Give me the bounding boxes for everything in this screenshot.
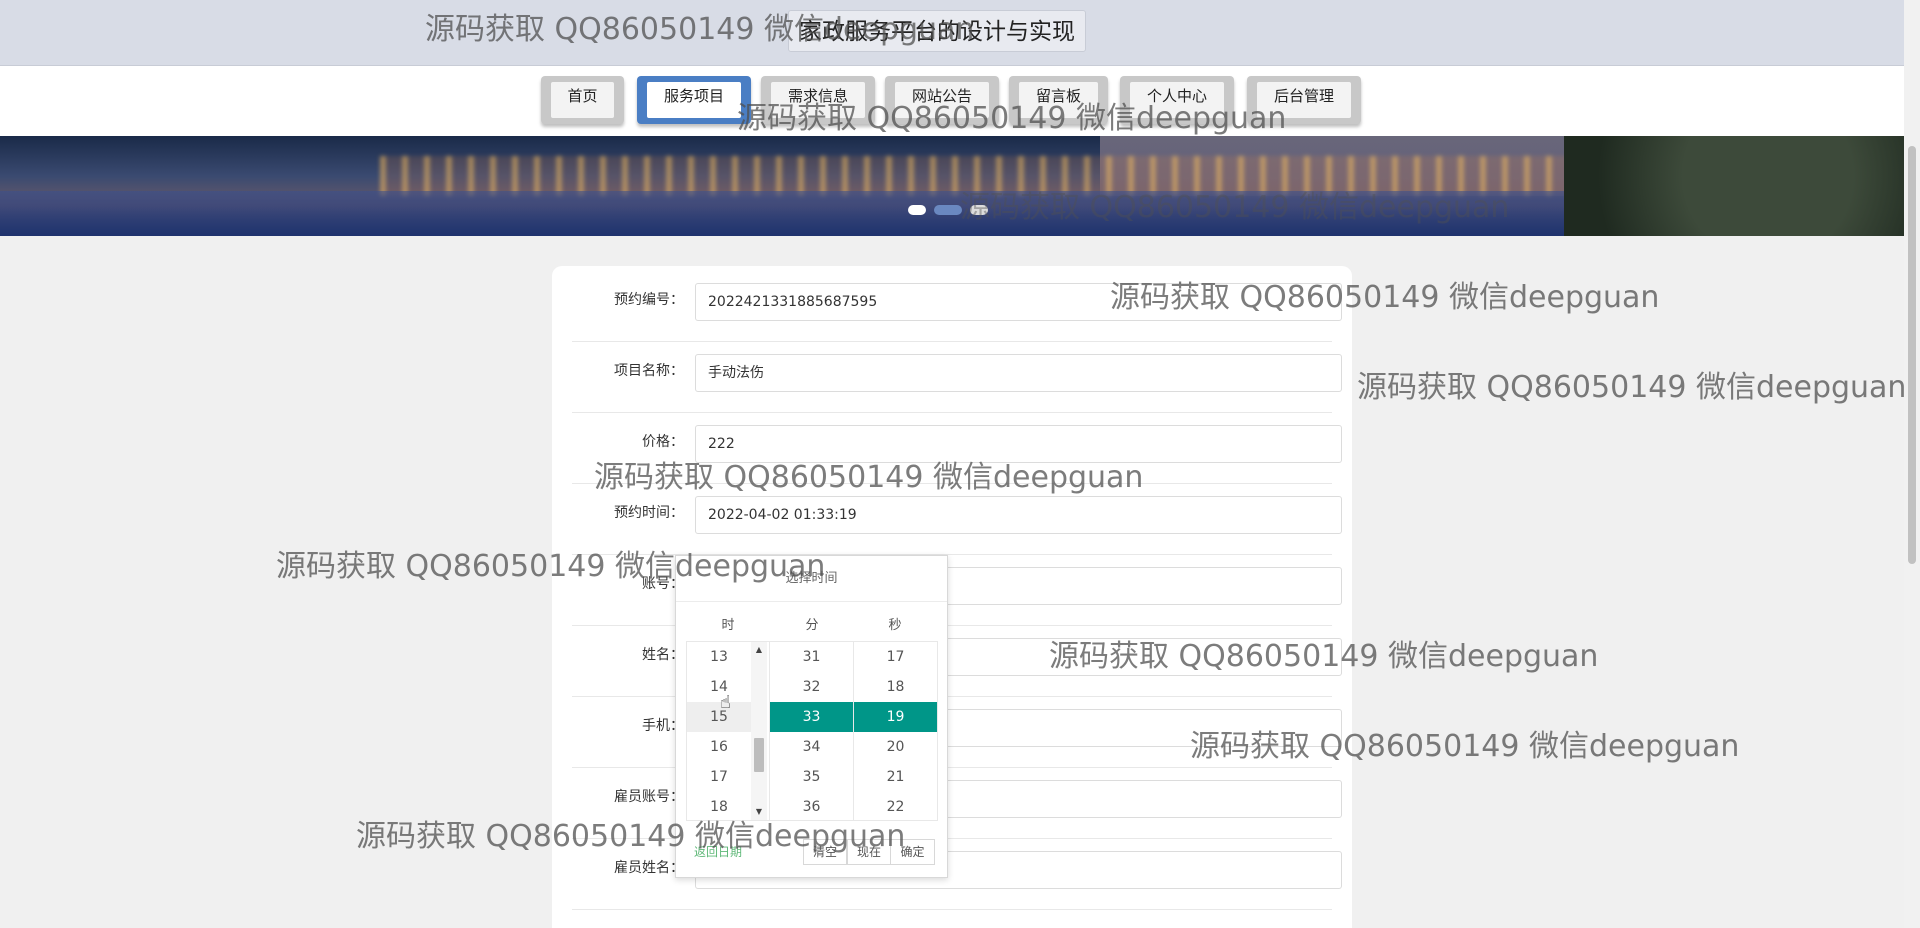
scrollbar-thumb[interactable] bbox=[754, 738, 764, 772]
booking-time-label: 预约时间： bbox=[614, 505, 684, 521]
hour-option[interactable]: 16 bbox=[687, 732, 751, 762]
phone-label: 手机： bbox=[642, 718, 684, 734]
time-columns: 13 14 15 16 17 18 ▲ ▼ 31 32 33 34 35 36 … bbox=[686, 641, 938, 821]
second-option[interactable]: 21 bbox=[854, 762, 937, 792]
main-nav: 首页 服务项目 需求信息 网站公告 留言板 个人中心 后台管理 bbox=[0, 66, 1904, 136]
back-to-date-link[interactable]: 返回日期 bbox=[694, 843, 742, 860]
hand-cursor-icon: ☝ bbox=[720, 692, 731, 713]
hour-option[interactable]: 13 bbox=[687, 642, 751, 672]
scroll-down-arrow-icon[interactable]: ▼ bbox=[754, 807, 764, 817]
booking-time-field[interactable]: 2022-04-02 01:33:19 bbox=[695, 496, 1342, 534]
price-label: 价格： bbox=[642, 434, 684, 450]
nav-services-label: 服务项目 bbox=[647, 82, 741, 118]
page-scrollbar-thumb[interactable] bbox=[1908, 146, 1916, 564]
minute-option[interactable]: 35 bbox=[770, 762, 853, 792]
hour-option[interactable]: 14 bbox=[687, 672, 751, 702]
nav-home[interactable]: 首页 bbox=[541, 76, 624, 124]
nav-message-board-label: 留言板 bbox=[1019, 82, 1098, 118]
minute-option[interactable]: 34 bbox=[770, 732, 853, 762]
carousel-dot-2[interactable] bbox=[934, 205, 962, 215]
carousel-dot-3[interactable] bbox=[970, 205, 988, 215]
price-field[interactable]: 222 bbox=[695, 425, 1342, 463]
form-row-price: 价格： 222 bbox=[572, 413, 1342, 484]
form-row-booking-time: 预约时间： 2022-04-02 01:33:19 bbox=[572, 484, 1342, 555]
hour-list[interactable]: 13 14 15 16 17 18 ▲ ▼ bbox=[687, 642, 770, 820]
minute-column-header: 分 bbox=[805, 618, 819, 633]
time-picker-footer: 返回日期 清空 现在 确定 bbox=[676, 829, 947, 877]
minute-list[interactable]: 31 32 33 34 35 36 bbox=[770, 642, 854, 820]
form-row-project-name: 项目名称： 手动法伤 bbox=[572, 342, 1342, 413]
carousel-dot-1[interactable] bbox=[908, 205, 926, 215]
clear-button[interactable]: 清空 bbox=[803, 839, 847, 865]
project-name-field[interactable]: 手动法伤 bbox=[695, 354, 1342, 392]
site-title: 家政服务平台的设计与实现 bbox=[788, 10, 1086, 52]
employee-name-label: 雇员姓名： bbox=[614, 860, 684, 876]
hour-column-header: 时 bbox=[721, 618, 735, 633]
nav-message-board[interactable]: 留言板 bbox=[1009, 76, 1108, 124]
second-list[interactable]: 17 18 19 20 21 22 bbox=[854, 642, 937, 820]
time-picker: 选择时间 时 分 秒 13 14 15 16 17 18 ▲ ▼ 31 32 3… bbox=[675, 555, 948, 878]
nav-demands-label: 需求信息 bbox=[771, 82, 865, 118]
second-option[interactable]: 17 bbox=[854, 642, 937, 672]
second-option-selected[interactable]: 19 bbox=[854, 702, 937, 732]
nav-personal-center[interactable]: 个人中心 bbox=[1120, 76, 1234, 124]
watermark: 源码获取 QQ86050149 微信deepguan bbox=[1357, 370, 1907, 405]
confirm-button[interactable]: 确定 bbox=[891, 839, 935, 865]
minute-option[interactable]: 32 bbox=[770, 672, 853, 702]
form-row-booking-no: 预约编号： 2022421331885687595 bbox=[572, 271, 1342, 342]
booking-no-label: 预约编号： bbox=[614, 292, 684, 308]
nav-demands[interactable]: 需求信息 bbox=[761, 76, 875, 124]
nav-admin[interactable]: 后台管理 bbox=[1247, 76, 1361, 124]
site-header: 家政服务平台的设计与实现 bbox=[0, 0, 1904, 66]
banner-trees bbox=[1564, 136, 1904, 236]
minute-option-selected[interactable]: 33 bbox=[770, 702, 853, 732]
second-option[interactable]: 20 bbox=[854, 732, 937, 762]
page-scrollbar[interactable] bbox=[1904, 0, 1920, 928]
hour-option[interactable]: 15 bbox=[687, 702, 751, 732]
hour-scrollbar[interactable]: ▲ ▼ bbox=[751, 642, 767, 820]
scroll-up-arrow-icon[interactable]: ▲ bbox=[754, 645, 764, 655]
hour-option[interactable]: 17 bbox=[687, 762, 751, 792]
second-column-header: 秒 bbox=[888, 618, 902, 633]
project-name-label: 项目名称： bbox=[614, 363, 684, 379]
name-label: 姓名： bbox=[642, 647, 684, 663]
second-option[interactable]: 18 bbox=[854, 672, 937, 702]
banner-lights bbox=[380, 156, 1580, 196]
nav-admin-label: 后台管理 bbox=[1257, 82, 1351, 118]
banner-carousel bbox=[0, 136, 1904, 236]
now-button[interactable]: 现在 bbox=[847, 839, 891, 865]
booking-form: 预约编号： 2022421331885687595 项目名称： 手动法伤 价格：… bbox=[552, 266, 1352, 928]
minute-option[interactable]: 36 bbox=[770, 792, 853, 820]
nav-announcements-label: 网站公告 bbox=[895, 82, 989, 118]
nav-services[interactable]: 服务项目 bbox=[637, 76, 751, 124]
employee-account-label: 雇员账号： bbox=[614, 789, 684, 805]
minute-option[interactable]: 31 bbox=[770, 642, 853, 672]
booking-no-field[interactable]: 2022421331885687595 bbox=[695, 283, 1342, 321]
hour-option[interactable]: 18 bbox=[687, 792, 751, 820]
account-label: 账号： bbox=[642, 576, 684, 592]
nav-personal-center-label: 个人中心 bbox=[1130, 82, 1224, 118]
nav-home-label: 首页 bbox=[551, 82, 614, 118]
time-picker-title: 选择时间 bbox=[676, 556, 947, 602]
second-option[interactable]: 22 bbox=[854, 792, 937, 820]
nav-announcements[interactable]: 网站公告 bbox=[885, 76, 999, 124]
